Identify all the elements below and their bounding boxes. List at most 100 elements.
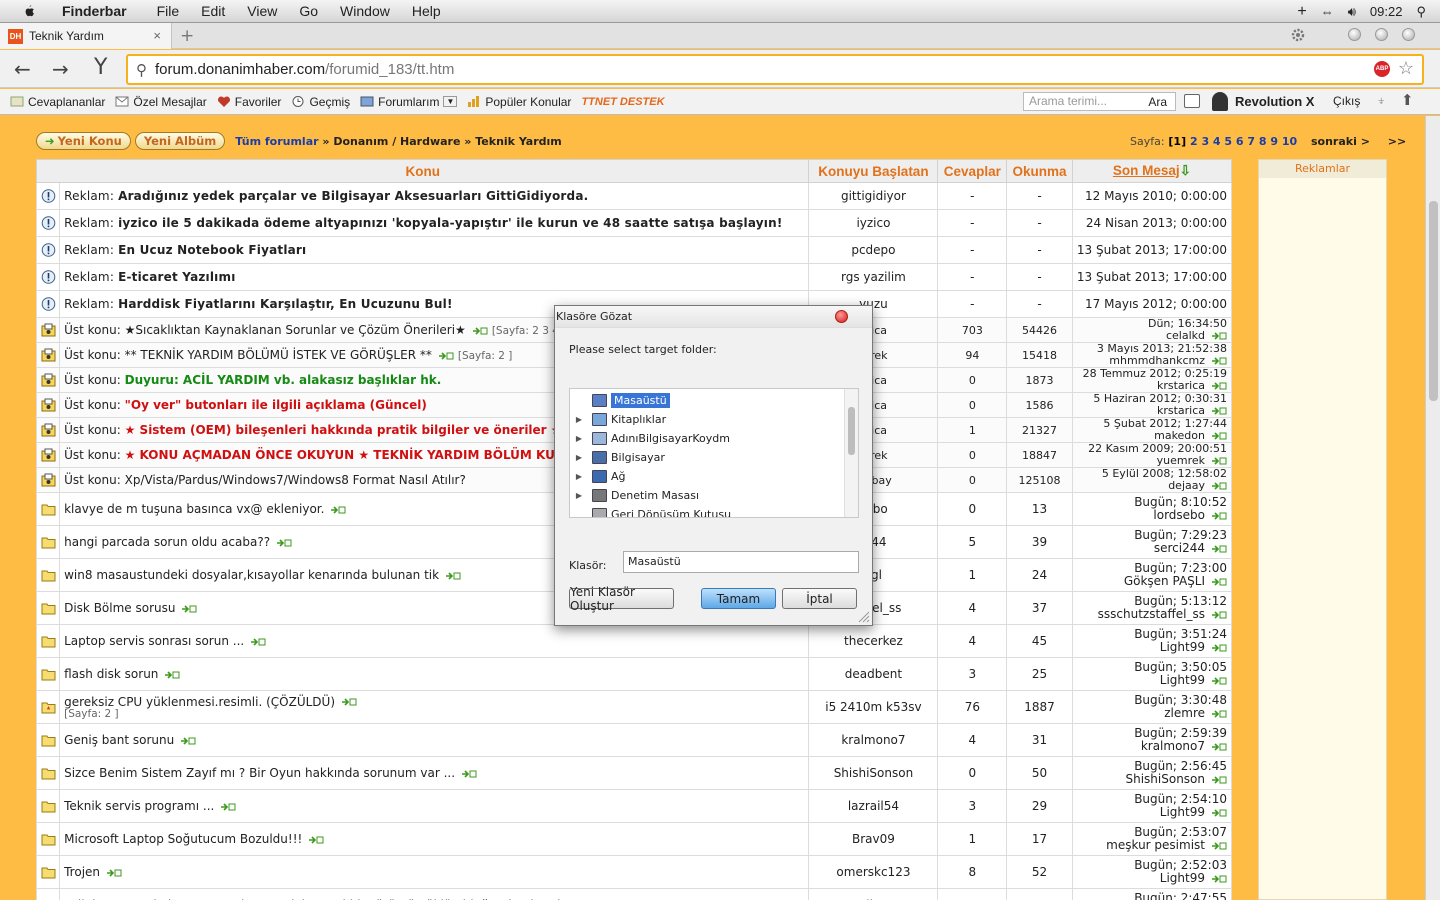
- last-poster[interactable]: Light99: [1160, 871, 1205, 885]
- col-last-post[interactable]: Son Mesaj⇩: [1071, 159, 1233, 183]
- page-links[interactable]: [Sayfa: 2 ]: [64, 708, 804, 720]
- last-page-link[interactable]: >>: [1388, 135, 1406, 148]
- last-poster[interactable]: krstarica: [1157, 379, 1205, 392]
- topic-title[interactable]: Disk Bölme sorusu: [64, 601, 175, 615]
- go-to-new-post-icon[interactable]: [1211, 709, 1227, 718]
- menu-go[interactable]: Go: [299, 3, 318, 19]
- app-name[interactable]: Finderbar: [62, 3, 127, 19]
- go-to-new-post-icon[interactable]: [1211, 332, 1227, 340]
- menu-file[interactable]: File: [157, 3, 180, 19]
- close-tab-icon[interactable]: ×: [153, 28, 161, 43]
- go-to-new-post-icon[interactable]: [1211, 407, 1227, 415]
- starter-cell[interactable]: lazrail54: [808, 789, 939, 823]
- go-to-new-post-icon[interactable]: [1211, 874, 1227, 883]
- apple-icon[interactable]: [18, 3, 40, 19]
- go-to-new-post-icon[interactable]: [1211, 357, 1227, 365]
- starter-cell[interactable]: iyzico: [808, 209, 939, 237]
- tree-node[interactable]: Geri Dönüşüm Kutusu: [570, 505, 731, 517]
- go-to-new-post-icon[interactable]: [438, 351, 454, 360]
- sticky-title[interactable]: Xp/Vista/Pardus/Windows7/Windows8 Format…: [125, 473, 466, 487]
- expand-arrow-icon[interactable]: ▶: [572, 434, 586, 443]
- sticky-title[interactable]: ** TEKNİK YARDIM BÖLÜMÜ İSTEK VE GÖRÜŞLE…: [125, 348, 432, 362]
- close-window-button[interactable]: [1402, 28, 1415, 41]
- bookmark-my-forums[interactable]: Forumlarım ▼: [360, 95, 458, 109]
- sticky-title[interactable]: Duyuru: ACİL YARDIM vb. alakasız başlıkl…: [125, 373, 442, 387]
- last-poster[interactable]: zlemre: [1164, 706, 1205, 720]
- last-poster[interactable]: krstarica: [1157, 404, 1205, 417]
- tree-scrollbar[interactable]: [844, 389, 858, 517]
- address-bar[interactable]: ⚲ forum.donanimhaber.com/forumid_183/tt.…: [126, 54, 1424, 85]
- go-to-new-post-icon[interactable]: [1211, 676, 1227, 685]
- back-arrow-icon[interactable]: ←: [14, 57, 31, 81]
- browser-tab[interactable]: DH Teknik Yardım ×: [0, 23, 172, 49]
- topic-title[interactable]: hangi parcada sorun oldu acaba??: [64, 535, 270, 549]
- tree-node[interactable]: Masaüstü: [570, 391, 670, 409]
- starter-cell[interactable]: pcdepo: [808, 236, 939, 264]
- menu-edit[interactable]: Edit: [201, 3, 225, 19]
- new-tab-icon[interactable]: +: [180, 26, 194, 46]
- ad-title-cell[interactable]: Reklam: En Ucuz Notebook Fiyatları: [59, 236, 810, 264]
- starter-cell[interactable]: kralmono7: [808, 723, 939, 757]
- tree-node[interactable]: ▶ AdınıBilgisayarKoydm: [570, 429, 730, 447]
- go-to-new-post-icon[interactable]: [445, 571, 461, 580]
- last-poster[interactable]: Light99: [1160, 805, 1205, 819]
- expand-arrow-icon[interactable]: ▶: [572, 415, 586, 424]
- starter-cell[interactable]: thecerkez: [808, 624, 939, 658]
- sticky-title[interactable]: ★Sıcaklıktan Kaynaklanan Sorunlar ve Çöz…: [125, 323, 466, 337]
- col-views[interactable]: Okunma: [1006, 159, 1073, 183]
- go-to-new-post-icon[interactable]: [106, 868, 122, 877]
- go-to-new-post-icon[interactable]: [1211, 775, 1227, 784]
- go-to-new-post-icon[interactable]: [1211, 544, 1227, 553]
- ok-button[interactable]: Tamam: [701, 588, 776, 609]
- tree-node[interactable]: ▶ Kitaplıklar: [570, 410, 666, 428]
- starter-cell[interactable]: deadbent: [808, 657, 939, 691]
- adblock-icon[interactable]: ABP: [1374, 61, 1390, 77]
- next-page-link[interactable]: sonraki >: [1311, 135, 1370, 148]
- plus-icon[interactable]: +: [1297, 3, 1306, 21]
- go-to-new-post-icon[interactable]: [1211, 511, 1227, 520]
- topic-title[interactable]: Geniş bant sorunu: [64, 733, 174, 747]
- go-to-new-post-icon[interactable]: [1211, 643, 1227, 652]
- new-topic-button[interactable]: ➜ Yeni Konu: [36, 132, 131, 150]
- tree-node[interactable]: ▶ Ağ: [570, 467, 626, 485]
- last-poster[interactable]: meşkur pesimist: [1106, 838, 1205, 852]
- network-status-icon[interactable]: ⇔: [1321, 4, 1334, 19]
- go-to-new-post-icon[interactable]: [308, 835, 324, 844]
- spotlight-icon[interactable]: ⚲: [1416, 4, 1426, 20]
- bookmark-popular[interactable]: Popüler Konular: [467, 95, 571, 109]
- last-poster[interactable]: Light99: [1160, 673, 1205, 687]
- go-to-new-post-icon[interactable]: [181, 604, 197, 613]
- scrollbar-thumb[interactable]: [1429, 201, 1438, 401]
- starter-cell[interactable]: Brav09: [808, 822, 939, 856]
- go-to-new-post-icon[interactable]: [1211, 742, 1227, 751]
- resize-grip-icon[interactable]: [858, 611, 870, 623]
- menu-window[interactable]: Window: [340, 3, 390, 19]
- go-to-new-post-icon[interactable]: [1211, 432, 1227, 440]
- topic-title[interactable]: Teknik servis programı ...: [64, 799, 214, 813]
- tree-scrollbar-thumb[interactable]: [848, 407, 855, 455]
- logout-link[interactable]: Çıkış: [1333, 94, 1360, 108]
- yandex-logo-icon[interactable]: Y: [94, 55, 107, 80]
- minimize-button[interactable]: [1348, 28, 1361, 41]
- dropdown-arrow-icon[interactable]: ▼: [443, 96, 458, 107]
- cancel-button[interactable]: İptal: [782, 588, 857, 609]
- last-poster[interactable]: Light99: [1160, 640, 1205, 654]
- go-to-new-post-icon[interactable]: [250, 637, 266, 646]
- page-links[interactable]: 2 3 4 5 6 7 8 9 10: [1190, 135, 1297, 148]
- starter-cell[interactable]: gittigidiyor: [808, 182, 939, 210]
- expand-arrow-icon[interactable]: ▶: [572, 491, 586, 500]
- last-poster[interactable]: mhmmdhankcmz: [1109, 354, 1205, 367]
- bookmark-star-icon[interactable]: ☆: [1398, 58, 1414, 79]
- settings-gear-icon[interactable]: [1288, 26, 1308, 44]
- col-starter[interactable]: Konuyu Başlatan: [808, 159, 939, 183]
- site-search-button[interactable]: Ara: [1148, 94, 1167, 111]
- starter-cell[interactable]: ShishiSonson: [808, 756, 939, 790]
- ttnet-logo[interactable]: TTNET DESTEK: [581, 96, 664, 108]
- go-to-new-post-icon[interactable]: [330, 505, 346, 514]
- go-to-new-post-icon[interactable]: [1211, 841, 1227, 850]
- menu-help[interactable]: Help: [412, 3, 441, 19]
- pin-icon[interactable]: ⍖: [1377, 92, 1385, 109]
- starter-cell[interactable]: omerskc123: [808, 855, 939, 889]
- ad-title-cell[interactable]: Reklam: iyzico ile 5 dakikada ödeme alty…: [59, 209, 810, 237]
- new-album-button[interactable]: Yeni Albüm: [134, 132, 226, 150]
